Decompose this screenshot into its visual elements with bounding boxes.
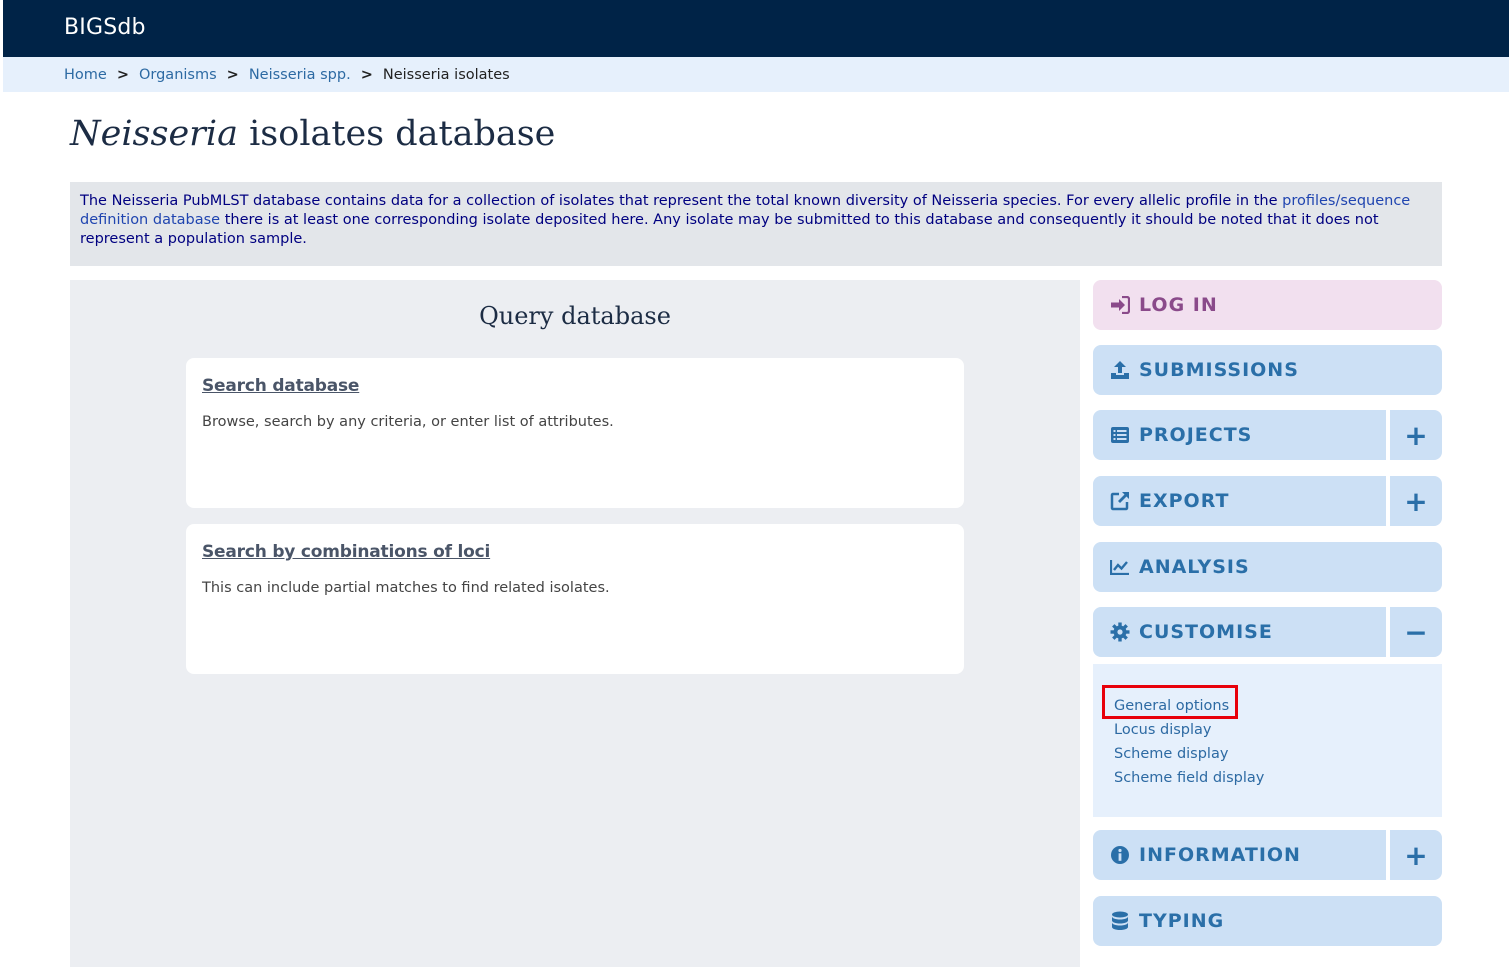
- breadcrumb-separator: >: [226, 66, 239, 83]
- query-panel: Query database Search database Browse, s…: [70, 280, 1080, 967]
- query-panel-title: Query database: [479, 302, 671, 330]
- intro-description: The Neisseria PubMLST database contains …: [70, 182, 1442, 266]
- search-loci-card: Search by combinations of loci This can …: [186, 524, 964, 674]
- projects-expand-button[interactable]: +: [1390, 410, 1442, 460]
- scheme-display-link[interactable]: Scheme display: [1114, 742, 1442, 766]
- export-expand-button[interactable]: +: [1390, 476, 1442, 526]
- breadcrumb: Home > Organisms > Neisseria spp. > Neis…: [3, 57, 1509, 92]
- analysis-button[interactable]: ANALYSIS: [1093, 542, 1442, 592]
- customise-button[interactable]: CUSTOMISE: [1093, 607, 1386, 657]
- page-title: Neisseria isolates database: [70, 114, 555, 154]
- search-database-description: Browse, search by any criteria, or enter…: [202, 414, 614, 430]
- information-label: INFORMATION: [1139, 844, 1301, 866]
- breadcrumb-separator: >: [116, 66, 129, 83]
- sign-in-icon: [1109, 294, 1131, 316]
- page-title-rest: isolates database: [237, 114, 556, 154]
- database-icon: [1109, 910, 1131, 932]
- submissions-button[interactable]: SUBMISSIONS: [1093, 345, 1442, 395]
- typing-button[interactable]: TYPING: [1093, 896, 1442, 946]
- breadcrumb-neisseria-spp[interactable]: Neisseria spp.: [249, 67, 351, 83]
- breadcrumb-current: Neisseria isolates: [382, 66, 510, 83]
- info-circle-icon: [1109, 844, 1131, 866]
- brand-logo[interactable]: BIGSdb: [64, 15, 146, 40]
- export-button[interactable]: EXPORT: [1093, 476, 1386, 526]
- login-label: LOG IN: [1139, 294, 1218, 316]
- projects-button[interactable]: PROJECTS: [1093, 410, 1386, 460]
- analysis-label: ANALYSIS: [1139, 556, 1250, 578]
- export-label: EXPORT: [1139, 490, 1230, 512]
- typing-label: TYPING: [1139, 910, 1225, 932]
- top-header: BIGSdb: [3, 0, 1509, 57]
- customise-collapse-button[interactable]: −: [1390, 607, 1442, 657]
- upload-icon: [1109, 359, 1131, 381]
- list-icon: [1109, 424, 1131, 446]
- intro-text-before: The Neisseria PubMLST database contains …: [80, 193, 1283, 209]
- search-loci-description: This can include partial matches to find…: [202, 580, 610, 596]
- highlight-box: [1102, 685, 1238, 719]
- submissions-label: SUBMISSIONS: [1139, 359, 1299, 381]
- breadcrumb-organisms[interactable]: Organisms: [139, 67, 217, 83]
- chart-line-icon: [1109, 556, 1131, 578]
- login-button[interactable]: LOG IN: [1093, 280, 1442, 330]
- search-loci-link[interactable]: Search by combinations of loci: [202, 542, 490, 562]
- projects-label: PROJECTS: [1139, 424, 1253, 446]
- customise-label: CUSTOMISE: [1139, 621, 1273, 643]
- scheme-field-display-link[interactable]: Scheme field display: [1114, 766, 1442, 790]
- external-link-icon: [1109, 490, 1131, 512]
- locus-display-link[interactable]: Locus display: [1114, 718, 1442, 742]
- breadcrumb-home[interactable]: Home: [64, 67, 107, 83]
- intro-text-after: there is at least one corresponding isol…: [80, 212, 1379, 247]
- information-expand-button[interactable]: +: [1390, 830, 1442, 880]
- page-title-genus: Neisseria: [70, 114, 238, 154]
- cog-icon: [1109, 621, 1131, 643]
- breadcrumb-separator: >: [360, 66, 373, 83]
- information-button[interactable]: INFORMATION: [1093, 830, 1386, 880]
- search-database-card: Search database Browse, search by any cr…: [186, 358, 964, 508]
- search-database-link[interactable]: Search database: [202, 376, 359, 396]
